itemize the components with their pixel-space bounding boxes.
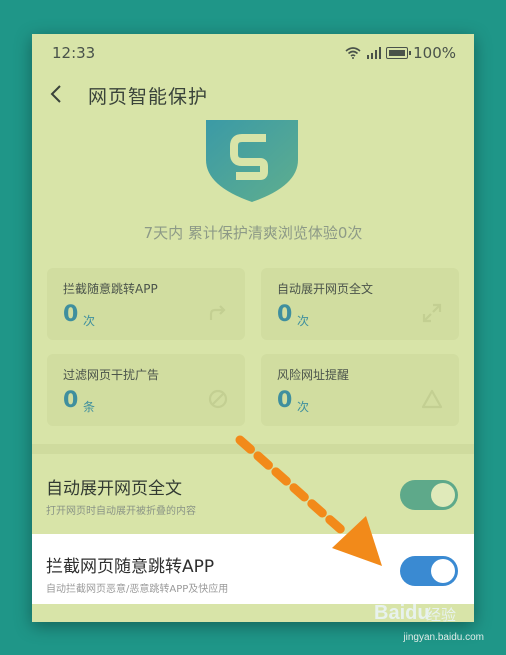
shield-icon: [206, 120, 298, 202]
stat-label: 自动展开网页全文: [277, 282, 374, 296]
stat-unit: 次: [83, 314, 96, 328]
stat-value: 0: [277, 388, 293, 413]
stat-label: 过滤网页干扰广告: [63, 368, 160, 382]
battery-icon: [386, 47, 412, 59]
stat-card-block-redirect[interactable]: 拦截随意跳转APP 0 次: [47, 268, 245, 340]
stat-card-auto-expand[interactable]: 自动展开网页全文 0 次: [261, 268, 459, 340]
redirect-arrow-icon: [209, 305, 226, 320]
setting-title: 自动展开网页全文: [46, 479, 182, 499]
setting-subtitle: 打开网页时自动展开被折叠的内容: [46, 506, 196, 517]
page-title: 网页智能保护: [88, 86, 209, 108]
protection-summary: 7天内 累计保护清爽浏览体验0次: [143, 224, 363, 242]
stat-card-risk-url[interactable]: 风险网址提醒 0 次: [261, 354, 459, 426]
status-icons: 100%: [345, 44, 456, 62]
stat-value: 0: [63, 388, 79, 413]
back-arrow-icon[interactable]: [46, 81, 68, 107]
block-icon: [208, 389, 228, 409]
auto-expand-toggle[interactable]: [400, 480, 458, 510]
annotation-arrow: [235, 435, 382, 566]
baidu-jingyan-watermark: Baidu 经验 jingyan.baidu.com: [374, 602, 484, 650]
signal-icon: [367, 47, 382, 59]
wifi-icon: [345, 47, 361, 59]
stat-unit: 次: [297, 400, 310, 414]
battery-level: 100%: [413, 44, 456, 62]
title-bar: 网页智能保护: [32, 78, 474, 112]
status-time: 12:33: [52, 44, 96, 62]
stat-card-ad-filter[interactable]: 过滤网页干扰广告 0 条: [47, 354, 245, 426]
stat-value: 0: [63, 302, 79, 327]
expand-icon: [422, 303, 442, 323]
stat-unit: 条: [83, 400, 96, 414]
setting-subtitle: 自动拦截网页恶意/恶意跳转APP及快应用: [46, 584, 229, 595]
setting-title: 拦截网页随意跳转APP: [46, 557, 215, 577]
watermark-jingyan: 经验: [426, 606, 457, 624]
stat-label: 风险网址提醒: [277, 368, 350, 382]
watermark-url: jingyan.baidu.com: [403, 632, 484, 643]
stat-label: 拦截随意跳转APP: [63, 282, 158, 296]
status-bar: 12:33 100%: [32, 34, 474, 72]
watermark-brand: Baidu: [374, 602, 430, 624]
warning-triangle-icon: [421, 389, 443, 409]
block-redirect-toggle[interactable]: [400, 556, 458, 586]
stat-unit: 次: [297, 314, 310, 328]
stat-value: 0: [277, 302, 293, 327]
